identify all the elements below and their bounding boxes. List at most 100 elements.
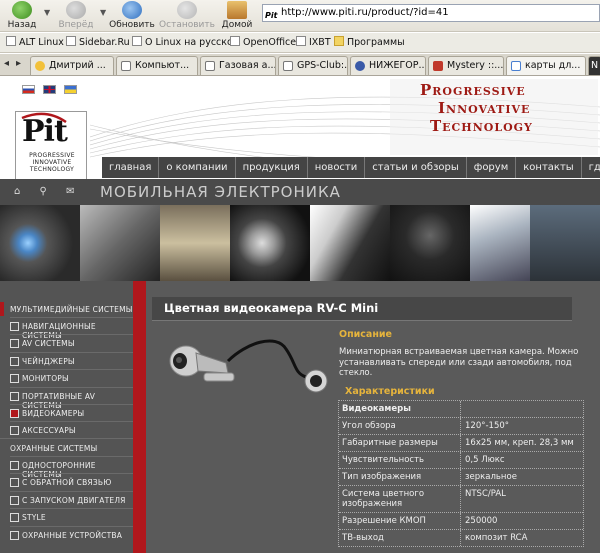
folder-icon (334, 36, 344, 46)
tab[interactable]: Дмитрий ... (30, 56, 114, 75)
nav-where-to-buy[interactable]: где купить (582, 157, 600, 178)
bookmark-item[interactable]: OpenOffice (230, 36, 296, 48)
back-dropdown-icon[interactable]: ▼ (44, 8, 50, 17)
tab-scroll-right-icon[interactable]: ▸ (16, 58, 21, 69)
flag-ua-icon[interactable] (64, 85, 78, 94)
header-icons: ⌂ ⚲ ✉ (14, 186, 90, 197)
refresh-icon (122, 1, 142, 19)
tab[interactable]: Газовая а... (200, 56, 276, 75)
photo-knob (230, 205, 310, 281)
bookmarks-bar: ALT Linux Sidebar.Ru О Linux на русском … (0, 33, 600, 53)
flag-uk-icon[interactable] (43, 85, 57, 94)
stop-button[interactable]: Остановить (158, 0, 216, 31)
tab[interactable]: GPS-Club:... (278, 56, 348, 75)
tab-favicon-icon (433, 61, 443, 71)
tab[interactable]: НИЖЕГОР... (350, 56, 426, 75)
sidebar-item-active[interactable]: ВИДЕОКАМЕРЫ (10, 404, 133, 421)
stop-icon (177, 1, 197, 19)
spec-row: Габаритные размеры 16x25 мм, креп. 28,3 м… (339, 435, 583, 452)
spec-row: Тип изображения зеркальное (339, 469, 583, 486)
checkbox-icon (10, 392, 19, 401)
forward-button[interactable]: Вперёд (54, 0, 98, 31)
checkbox-icon (10, 357, 19, 366)
product-image (169, 339, 328, 393)
tab-favicon-icon (121, 61, 131, 71)
mail-icon[interactable]: ✉ (66, 186, 74, 197)
nav-contacts[interactable]: контакты (516, 157, 582, 178)
sidebar-group-security[interactable]: ОХРАННЫЕ СИСТЕМЫ (0, 438, 133, 456)
photo-remote (80, 205, 160, 281)
nav-news[interactable]: новости (308, 157, 366, 178)
sidebar-item[interactable]: ОДНОСТОРОННИЕ СИСТЕМЫ (10, 456, 133, 479)
site-favicon: Pit (265, 11, 278, 20)
main-nav: главная о компании продукция новости ста… (102, 157, 600, 178)
spec-row: Разрешение КМОП 250000 (339, 513, 583, 530)
tab-favicon-icon (205, 61, 215, 71)
site-tagline: Progressive Innovative Technology (420, 81, 533, 135)
tab-scroll-left-icon[interactable]: ◂ (4, 58, 9, 69)
characteristics-heading: Характеристики (345, 386, 435, 397)
photo-strip (0, 205, 600, 281)
logo-swoosh (21, 112, 67, 124)
photo-screen (530, 205, 600, 281)
bookmark-item[interactable]: IXBT (296, 36, 331, 48)
sidebar-group-multimedia[interactable]: МУЛЬТИМЕДИЙНЫЕ СИСТЕМЫ (0, 300, 133, 318)
tab-favicon-icon (35, 61, 45, 71)
tab[interactable]: Компьют... (116, 56, 198, 75)
nav-about[interactable]: о компании (159, 157, 236, 178)
page-icon (296, 36, 306, 46)
checkbox-icon (10, 461, 19, 470)
checkbox-icon (10, 339, 19, 348)
nav-home[interactable]: главная (102, 157, 160, 178)
photo-keypad (390, 205, 470, 281)
tab-active[interactable]: карты дл... (506, 56, 586, 75)
sidebar: МУЛЬТИМЕДИЙНЫЕ СИСТЕМЫ НАВИГАЦИОННЫЕ СИС… (0, 281, 133, 553)
photo-gauge (0, 205, 80, 281)
tab-overflow[interactable]: N (588, 56, 600, 75)
home-button[interactable]: Домой (218, 0, 256, 31)
flag-ru-icon[interactable] (22, 85, 35, 94)
sidebar-item[interactable]: НАВИГАЦИОННЫЕ СИСТЕМЫ (10, 317, 133, 340)
checkbox-checked-icon (10, 409, 19, 418)
nav-articles[interactable]: статьи и обзоры (365, 157, 467, 178)
page-icon (66, 36, 76, 46)
section-title: МОБИЛЬНАЯ ЭЛЕКТРОНИКА (100, 183, 341, 201)
sidebar-item[interactable]: ОХРАННЫЕ УСТРОЙСТВА (10, 526, 133, 543)
sidebar-item[interactable]: ПОРТАТИВНЫЕ AV СИСТЕМЫ (10, 387, 133, 410)
home-icon[interactable]: ⌂ (14, 186, 20, 197)
checkbox-icon (10, 426, 19, 435)
bookmark-item[interactable]: ALT Linux (6, 36, 64, 48)
sidebar-item[interactable]: АКСЕССУАРЫ (10, 421, 133, 438)
sidebar-item[interactable]: AV СИСТЕМЫ (10, 334, 133, 351)
sidebar-item[interactable]: С ЗАПУСКОМ ДВИГАТЕЛЯ (10, 491, 133, 508)
checkbox-icon (10, 322, 19, 331)
bookmark-folder[interactable]: Программы (334, 36, 405, 48)
forward-dropdown-icon[interactable]: ▼ (100, 8, 106, 17)
home-icon (227, 1, 247, 19)
site-logo[interactable]: Pit PROGRESSIVE INNOVATIVE TECHNOLOGY (15, 111, 87, 183)
bookmark-item[interactable]: Sidebar.Ru (66, 36, 130, 48)
bookmark-item[interactable]: О Linux на русском (132, 36, 240, 48)
tab-bar: ◂ ▸ Дмитрий ... Компьют... Газовая а... … (0, 54, 600, 76)
spec-header-row: Видеокамеры (339, 401, 583, 418)
back-button[interactable]: Назад (2, 0, 42, 31)
spec-row: Чувствительность 0,5 Люкс (339, 452, 583, 469)
sidebar-item[interactable]: С ОБРАТНОЙ СВЯЗЬЮ (10, 473, 133, 490)
product-title: Цветная видеокамера RV-C Mini (152, 297, 572, 321)
photo-interior (160, 205, 230, 281)
nav-forum[interactable]: форум (467, 157, 517, 178)
sidebar-item[interactable]: МОНИТОРЫ (10, 369, 133, 386)
spec-row: ТВ-выход композит RCA (339, 530, 583, 546)
description-text: Миниатюрная встраиваемая цветная камера.… (339, 347, 579, 378)
forward-arrow-icon (66, 1, 86, 19)
language-flags (22, 85, 80, 104)
refresh-button[interactable]: Обновить (108, 0, 156, 31)
search-icon[interactable]: ⚲ (40, 186, 47, 197)
browser-toolbar: Назад ▼ Вперёд ▼ Обновить Остановить Дом… (0, 0, 600, 32)
red-divider (133, 281, 146, 553)
tab[interactable]: Mystery ::... (428, 56, 504, 75)
sidebar-item[interactable]: STYLE (10, 508, 133, 525)
sidebar-item[interactable]: ЧЕЙНДЖЕРЫ (10, 352, 133, 369)
address-bar[interactable]: Pit http://www.piti.ru/product/?id=41 (262, 4, 600, 22)
nav-products[interactable]: продукция (236, 157, 308, 178)
